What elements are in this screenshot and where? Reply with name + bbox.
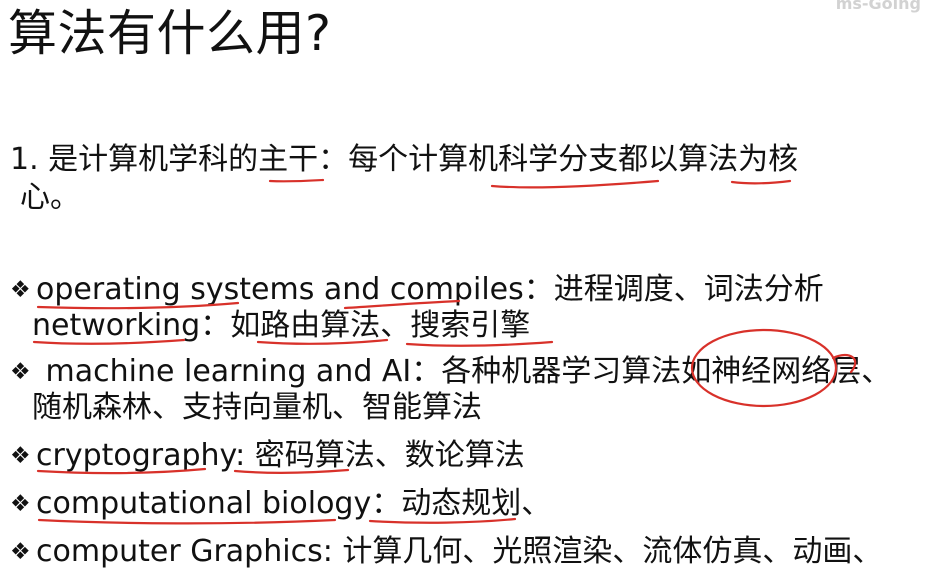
bullet-item-5-line-1: computer Graphics: 计算几何、光照渲染、流体仿真、动画、 <box>36 534 883 569</box>
point-1-line-1: 1. 是计算机学科的主干：每个计算机科学分支都以算法为核 <box>10 142 799 177</box>
bullet-item-1-line-1: operating systems and compiles：进程调度、词法分析 <box>36 272 824 307</box>
bullet-item-1-line-2: networking：如路由算法、搜索引擎 <box>32 308 531 343</box>
watermark: ms-Going <box>835 0 921 13</box>
bullet-item-2-line-2: 随机森林、支持向量机、智能算法 <box>32 390 482 425</box>
diamond-bullet-icon: ❖ <box>10 539 31 565</box>
bullet-item-3-line-1: cryptography: 密码算法、数论算法 <box>36 438 525 473</box>
diamond-bullet-icon: ❖ <box>10 359 31 385</box>
bullet-item-1: ❖ operating systems and compiles：进程调度、词法分… <box>10 272 824 344</box>
point-1: 1. 是计算机学科的主干：每个计算机科学分支都以算法为核 心。 <box>10 141 890 217</box>
bullet-item-4: ❖ computational biology：动态规划、 <box>10 486 551 522</box>
diamond-bullet-icon: ❖ <box>10 491 31 517</box>
bullet-item-3: ❖ cryptography: 密码算法、数论算法 <box>10 438 525 474</box>
slide: ms-Going 算法有什么用? 1. 是计算机学科的主干：每个计算机科学分支都… <box>0 0 927 581</box>
bullet-item-2-line-1: machine learning and AI：各种机器学习算法如神经网络层、 <box>36 354 892 389</box>
diamond-bullet-icon: ❖ <box>10 443 31 469</box>
bullet-item-5: ❖ computer Graphics: 计算几何、光照渲染、流体仿真、动画、 <box>10 534 882 570</box>
bullet-item-4-line-1: computational biology：动态规划、 <box>36 486 552 521</box>
slide-title: 算法有什么用? <box>8 5 332 62</box>
diamond-bullet-icon: ❖ <box>10 277 31 303</box>
bullet-item-2: ❖ machine learning and AI：各种机器学习算法如神经网络层… <box>10 354 891 426</box>
point-1-line-2: 心。 <box>20 180 80 215</box>
